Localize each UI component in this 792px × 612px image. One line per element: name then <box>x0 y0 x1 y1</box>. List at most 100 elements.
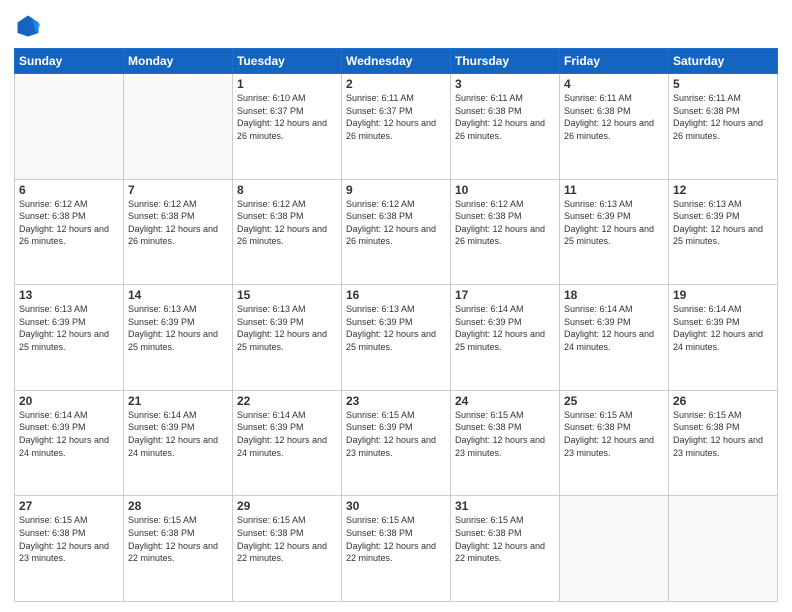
day-number: 15 <box>237 288 337 302</box>
calendar-cell: 31Sunrise: 6:15 AM Sunset: 6:38 PM Dayli… <box>451 496 560 602</box>
day-info: Sunrise: 6:14 AM Sunset: 6:39 PM Dayligh… <box>237 409 337 459</box>
page: SundayMondayTuesdayWednesdayThursdayFrid… <box>0 0 792 612</box>
day-info: Sunrise: 6:12 AM Sunset: 6:38 PM Dayligh… <box>346 198 446 248</box>
calendar-cell: 9Sunrise: 6:12 AM Sunset: 6:38 PM Daylig… <box>342 179 451 285</box>
calendar-cell: 3Sunrise: 6:11 AM Sunset: 6:38 PM Daylig… <box>451 74 560 180</box>
day-info: Sunrise: 6:13 AM Sunset: 6:39 PM Dayligh… <box>128 303 228 353</box>
calendar-cell <box>560 496 669 602</box>
calendar-cell: 19Sunrise: 6:14 AM Sunset: 6:39 PM Dayli… <box>669 285 778 391</box>
calendar-cell: 6Sunrise: 6:12 AM Sunset: 6:38 PM Daylig… <box>15 179 124 285</box>
day-info: Sunrise: 6:14 AM Sunset: 6:39 PM Dayligh… <box>455 303 555 353</box>
day-number: 3 <box>455 77 555 91</box>
day-info: Sunrise: 6:11 AM Sunset: 6:38 PM Dayligh… <box>673 92 773 142</box>
day-number: 26 <box>673 394 773 408</box>
calendar-cell: 27Sunrise: 6:15 AM Sunset: 6:38 PM Dayli… <box>15 496 124 602</box>
calendar-header-monday: Monday <box>124 49 233 74</box>
header <box>14 12 778 40</box>
day-info: Sunrise: 6:12 AM Sunset: 6:38 PM Dayligh… <box>455 198 555 248</box>
calendar-cell: 14Sunrise: 6:13 AM Sunset: 6:39 PM Dayli… <box>124 285 233 391</box>
day-number: 23 <box>346 394 446 408</box>
logo-icon <box>14 12 42 40</box>
day-number: 31 <box>455 499 555 513</box>
day-info: Sunrise: 6:15 AM Sunset: 6:38 PM Dayligh… <box>673 409 773 459</box>
day-number: 9 <box>346 183 446 197</box>
day-number: 16 <box>346 288 446 302</box>
calendar-cell: 26Sunrise: 6:15 AM Sunset: 6:38 PM Dayli… <box>669 390 778 496</box>
day-info: Sunrise: 6:14 AM Sunset: 6:39 PM Dayligh… <box>128 409 228 459</box>
calendar-cell: 13Sunrise: 6:13 AM Sunset: 6:39 PM Dayli… <box>15 285 124 391</box>
calendar-week-4: 27Sunrise: 6:15 AM Sunset: 6:38 PM Dayli… <box>15 496 778 602</box>
day-info: Sunrise: 6:10 AM Sunset: 6:37 PM Dayligh… <box>237 92 337 142</box>
calendar-header-thursday: Thursday <box>451 49 560 74</box>
day-info: Sunrise: 6:11 AM Sunset: 6:38 PM Dayligh… <box>564 92 664 142</box>
day-number: 6 <box>19 183 119 197</box>
day-info: Sunrise: 6:13 AM Sunset: 6:39 PM Dayligh… <box>673 198 773 248</box>
day-number: 28 <box>128 499 228 513</box>
calendar-cell: 7Sunrise: 6:12 AM Sunset: 6:38 PM Daylig… <box>124 179 233 285</box>
day-info: Sunrise: 6:13 AM Sunset: 6:39 PM Dayligh… <box>237 303 337 353</box>
calendar-cell: 25Sunrise: 6:15 AM Sunset: 6:38 PM Dayli… <box>560 390 669 496</box>
day-number: 8 <box>237 183 337 197</box>
day-number: 21 <box>128 394 228 408</box>
day-info: Sunrise: 6:12 AM Sunset: 6:38 PM Dayligh… <box>128 198 228 248</box>
calendar-cell: 8Sunrise: 6:12 AM Sunset: 6:38 PM Daylig… <box>233 179 342 285</box>
calendar-cell: 22Sunrise: 6:14 AM Sunset: 6:39 PM Dayli… <box>233 390 342 496</box>
day-number: 17 <box>455 288 555 302</box>
day-number: 4 <box>564 77 664 91</box>
day-info: Sunrise: 6:11 AM Sunset: 6:38 PM Dayligh… <box>455 92 555 142</box>
calendar-header-row: SundayMondayTuesdayWednesdayThursdayFrid… <box>15 49 778 74</box>
calendar-header-tuesday: Tuesday <box>233 49 342 74</box>
calendar-cell: 1Sunrise: 6:10 AM Sunset: 6:37 PM Daylig… <box>233 74 342 180</box>
calendar-cell <box>669 496 778 602</box>
day-number: 13 <box>19 288 119 302</box>
calendar-cell: 24Sunrise: 6:15 AM Sunset: 6:38 PM Dayli… <box>451 390 560 496</box>
day-info: Sunrise: 6:15 AM Sunset: 6:38 PM Dayligh… <box>455 409 555 459</box>
calendar-cell: 12Sunrise: 6:13 AM Sunset: 6:39 PM Dayli… <box>669 179 778 285</box>
calendar-week-1: 6Sunrise: 6:12 AM Sunset: 6:38 PM Daylig… <box>15 179 778 285</box>
day-number: 11 <box>564 183 664 197</box>
day-info: Sunrise: 6:15 AM Sunset: 6:38 PM Dayligh… <box>19 514 119 564</box>
calendar-week-2: 13Sunrise: 6:13 AM Sunset: 6:39 PM Dayli… <box>15 285 778 391</box>
calendar-cell: 4Sunrise: 6:11 AM Sunset: 6:38 PM Daylig… <box>560 74 669 180</box>
calendar-cell: 29Sunrise: 6:15 AM Sunset: 6:38 PM Dayli… <box>233 496 342 602</box>
day-number: 27 <box>19 499 119 513</box>
day-number: 30 <box>346 499 446 513</box>
day-info: Sunrise: 6:15 AM Sunset: 6:38 PM Dayligh… <box>455 514 555 564</box>
day-info: Sunrise: 6:15 AM Sunset: 6:38 PM Dayligh… <box>237 514 337 564</box>
day-info: Sunrise: 6:13 AM Sunset: 6:39 PM Dayligh… <box>564 198 664 248</box>
calendar-cell: 15Sunrise: 6:13 AM Sunset: 6:39 PM Dayli… <box>233 285 342 391</box>
day-info: Sunrise: 6:12 AM Sunset: 6:38 PM Dayligh… <box>237 198 337 248</box>
calendar-cell: 17Sunrise: 6:14 AM Sunset: 6:39 PM Dayli… <box>451 285 560 391</box>
day-number: 25 <box>564 394 664 408</box>
calendar-cell: 30Sunrise: 6:15 AM Sunset: 6:38 PM Dayli… <box>342 496 451 602</box>
calendar-week-0: 1Sunrise: 6:10 AM Sunset: 6:37 PM Daylig… <box>15 74 778 180</box>
day-info: Sunrise: 6:13 AM Sunset: 6:39 PM Dayligh… <box>346 303 446 353</box>
calendar-cell <box>15 74 124 180</box>
calendar-cell: 10Sunrise: 6:12 AM Sunset: 6:38 PM Dayli… <box>451 179 560 285</box>
day-info: Sunrise: 6:14 AM Sunset: 6:39 PM Dayligh… <box>19 409 119 459</box>
day-number: 29 <box>237 499 337 513</box>
calendar-header-friday: Friday <box>560 49 669 74</box>
day-info: Sunrise: 6:13 AM Sunset: 6:39 PM Dayligh… <box>19 303 119 353</box>
day-number: 2 <box>346 77 446 91</box>
calendar-cell: 23Sunrise: 6:15 AM Sunset: 6:39 PM Dayli… <box>342 390 451 496</box>
calendar-header-wednesday: Wednesday <box>342 49 451 74</box>
calendar-table: SundayMondayTuesdayWednesdayThursdayFrid… <box>14 48 778 602</box>
calendar-cell: 20Sunrise: 6:14 AM Sunset: 6:39 PM Dayli… <box>15 390 124 496</box>
day-number: 10 <box>455 183 555 197</box>
day-number: 20 <box>19 394 119 408</box>
day-number: 14 <box>128 288 228 302</box>
day-number: 5 <box>673 77 773 91</box>
calendar-header-sunday: Sunday <box>15 49 124 74</box>
calendar-cell <box>124 74 233 180</box>
calendar-cell: 11Sunrise: 6:13 AM Sunset: 6:39 PM Dayli… <box>560 179 669 285</box>
calendar-cell: 5Sunrise: 6:11 AM Sunset: 6:38 PM Daylig… <box>669 74 778 180</box>
day-number: 7 <box>128 183 228 197</box>
calendar-header-saturday: Saturday <box>669 49 778 74</box>
day-number: 24 <box>455 394 555 408</box>
day-info: Sunrise: 6:14 AM Sunset: 6:39 PM Dayligh… <box>673 303 773 353</box>
logo <box>14 12 46 40</box>
day-number: 19 <box>673 288 773 302</box>
day-info: Sunrise: 6:15 AM Sunset: 6:38 PM Dayligh… <box>564 409 664 459</box>
day-info: Sunrise: 6:12 AM Sunset: 6:38 PM Dayligh… <box>19 198 119 248</box>
